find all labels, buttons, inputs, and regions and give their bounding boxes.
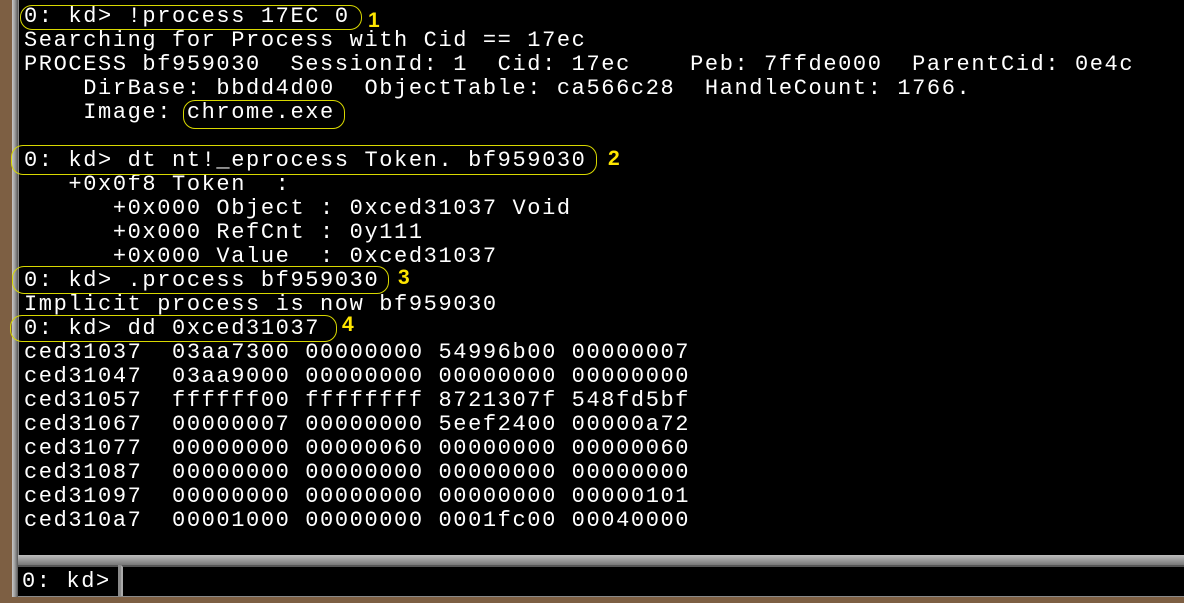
splitter-bar[interactable] — [18, 555, 1184, 565]
output-line: Searching for Process with Cid == 17ec — [24, 28, 587, 53]
memory-dump-row: ced31097 00000000 00000000 00000000 0000… — [24, 484, 691, 509]
annotation-outline-1 — [20, 5, 362, 30]
command-input[interactable] — [121, 565, 1184, 596]
annotation-outline-image — [183, 100, 345, 129]
memory-dump-row: ced31047 03aa9000 00000000 00000000 0000… — [24, 364, 691, 389]
output-line: Implicit process is now bf959030 — [24, 292, 498, 317]
annotation-number: 1 — [368, 9, 380, 32]
memory-dump-row: ced31037 03aa7300 00000000 54996b00 0000… — [24, 340, 691, 365]
window-frame — [0, 0, 12, 603]
annotation-outline-4 — [10, 315, 337, 342]
window-frame-bottom — [0, 597, 1184, 603]
annotation-outline-2 — [11, 145, 597, 175]
annotation-number: 4 — [342, 313, 354, 336]
output-line: +0x000 Object : 0xced31037 Void — [24, 196, 572, 221]
annotation-number: 2 — [608, 147, 620, 170]
output-line: PROCESS bf959030 SessionId: 1 Cid: 17ec … — [24, 52, 1135, 77]
output-line: +0x000 RefCnt : 0y111 — [24, 220, 424, 245]
output-line: +0x0f8 Token : — [24, 172, 291, 197]
memory-dump-row: ced31067 00000007 00000000 5eef2400 0000… — [24, 412, 691, 437]
memory-dump-row: ced31057 ffffff00 ffffffff 8721307f 548f… — [24, 388, 691, 413]
memory-dump-row: ced31087 00000000 00000000 00000000 0000… — [24, 460, 691, 485]
memory-dump-row: ced310a7 00001000 00000000 0001fc00 0004… — [24, 508, 691, 533]
annotation-outline-3 — [12, 266, 389, 294]
annotation-number: 3 — [398, 266, 410, 289]
memory-dump-row: ced31077 00000000 00000060 00000000 0000… — [24, 436, 691, 461]
command-prompt-label: 0: kd> — [18, 565, 118, 596]
window-border — [12, 0, 18, 603]
output-line: DirBase: bbdd4d00 ObjectTable: ca566c28 … — [24, 76, 972, 101]
